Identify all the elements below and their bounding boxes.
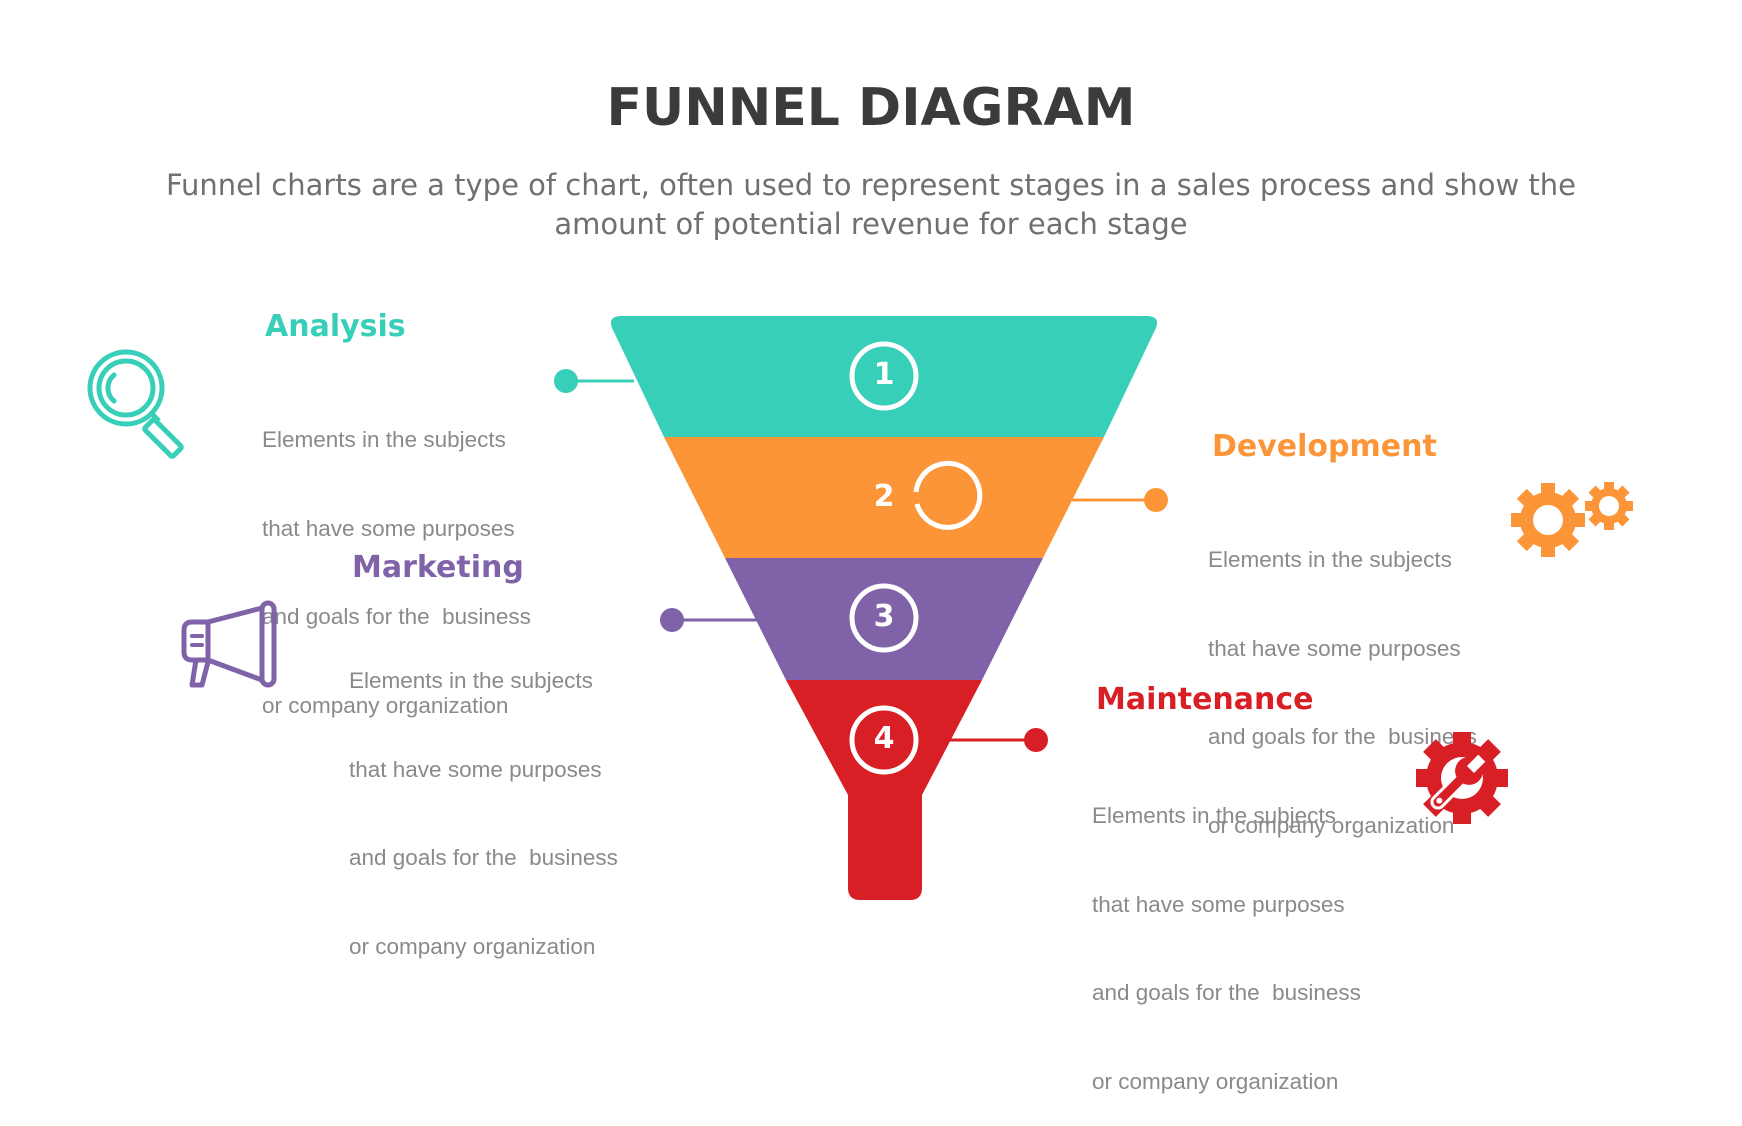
stage-title-analysis: Analysis [265, 309, 406, 344]
stage-title-marketing: Marketing [352, 550, 524, 585]
desc-line: Elements in the subjects [349, 668, 593, 693]
gear-wrench-icon [1416, 732, 1508, 824]
desc-line: and goals for the business [1092, 980, 1361, 1005]
desc-line: or company organization [1092, 1068, 1339, 1094]
connector-maintenance [950, 728, 1048, 752]
stage-number-label-3: 3 [873, 599, 895, 634]
stage-desc-marketing: Elements in the subjects that have some … [349, 607, 618, 991]
stage-title-maintenance: Maintenance [1096, 682, 1314, 717]
desc-line: that have some purposes [1092, 891, 1345, 917]
stage-number-label-1: 1 [873, 357, 895, 392]
stage-number-label-2: 2 [873, 479, 895, 514]
desc-line: Elements in the subjects [1208, 547, 1452, 572]
funnel-segment-4 [786, 680, 982, 900]
stage-number-label-4: 4 [873, 721, 895, 756]
desc-line: that have some purposes [349, 756, 602, 782]
desc-line: that have some purposes [1208, 635, 1461, 661]
desc-line: that have some purposes [262, 515, 515, 541]
magnifying-glass-icon [87, 349, 184, 459]
desc-line: or company organization [349, 933, 596, 959]
desc-line: Elements in the subjects [1092, 803, 1336, 828]
stage-title-development: Development [1212, 429, 1437, 464]
desc-line: and goals for the business [349, 845, 618, 870]
megaphone-icon [181, 600, 277, 688]
connector-development [1072, 488, 1168, 512]
connector-marketing [660, 608, 757, 632]
stage-desc-maintenance: Elements in the subjects that have some … [1092, 742, 1361, 1126]
gears-icon [1511, 482, 1633, 557]
desc-line: Elements in the subjects [262, 427, 506, 452]
connector-analysis [554, 369, 634, 393]
